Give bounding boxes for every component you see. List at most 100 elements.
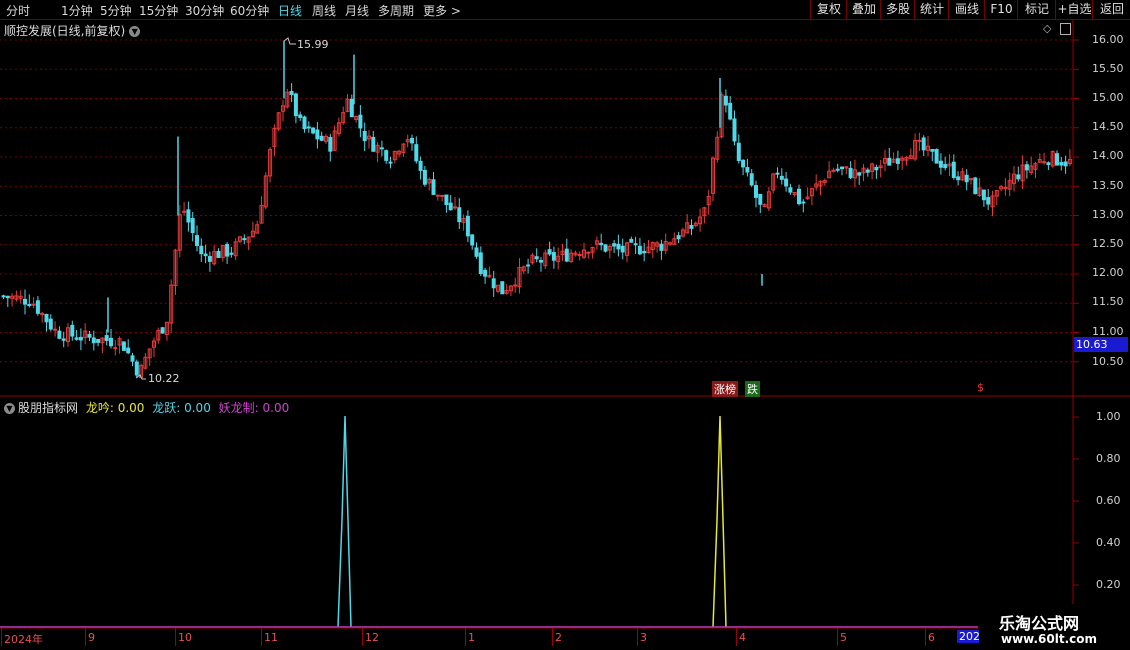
candle-down	[887, 157, 892, 166]
indicator-series	[337, 415, 727, 628]
candle-down	[207, 256, 212, 262]
candle-down	[840, 166, 844, 170]
diamond-icon[interactable]: ◇	[1043, 22, 1051, 35]
price-tick: 10.50	[1092, 355, 1124, 368]
candle-up	[31, 303, 36, 306]
candle-down	[758, 193, 763, 205]
candle-down	[74, 337, 79, 340]
candle-down	[599, 242, 604, 246]
watermark: 乐淘公式网 www.60lt.com	[979, 604, 1130, 650]
price-tick: 14.00	[1092, 149, 1124, 162]
kline-chart[interactable]	[0, 0, 1130, 650]
price-tick: 14.50	[1092, 120, 1124, 133]
watermark-title: 乐淘公式网	[999, 614, 1080, 633]
candle-down	[87, 333, 92, 338]
candle-down	[319, 135, 324, 141]
candle-down	[629, 238, 634, 243]
candle-down	[921, 137, 926, 151]
chart-title[interactable]: 顺控发展(日线,前复权) ▼	[4, 22, 141, 39]
candle-down	[229, 252, 234, 255]
candle-down	[857, 172, 862, 176]
candle-down	[874, 166, 879, 171]
candle-down	[1046, 162, 1051, 165]
indicator-tick: 1.00	[1096, 410, 1121, 423]
candle-up	[453, 206, 457, 209]
candle-down	[745, 167, 750, 173]
candle-down	[289, 90, 294, 96]
candle-down	[749, 173, 754, 186]
candle-down	[784, 178, 789, 187]
candle-down	[130, 355, 135, 362]
candle-down	[414, 144, 419, 162]
chevron-down-icon[interactable]: ▼	[129, 26, 141, 37]
candle-down	[732, 118, 737, 142]
price-tick: 11.50	[1092, 295, 1124, 308]
candle-down	[723, 95, 728, 106]
candle-down	[5, 295, 10, 299]
candle-down	[728, 102, 733, 120]
candle-down	[736, 142, 741, 162]
candle-down	[547, 249, 552, 255]
candle-down	[1059, 162, 1064, 166]
chevron-down-icon[interactable]: ▼	[4, 403, 15, 414]
candle-down	[199, 245, 204, 255]
candle-down	[78, 336, 83, 341]
candle-down	[203, 253, 208, 257]
indicator-value-longyin: 龙吟: 0.00	[85, 401, 145, 415]
candle-down	[57, 330, 62, 339]
low-price-label: 10.22	[148, 372, 180, 385]
indicator-header[interactable]: ▼ 股朋指标网 龙吟: 0.00 龙跃: 0.00 妖龙制: 0.00	[4, 399, 289, 416]
candle-down	[551, 252, 556, 261]
candle-down	[964, 174, 969, 183]
candle-down	[379, 147, 384, 150]
candle-down	[981, 189, 986, 201]
candle-down	[431, 179, 436, 195]
candle-down	[186, 209, 191, 223]
candle-down	[160, 327, 165, 334]
limit-up-tag[interactable]: 涨榜	[712, 381, 738, 397]
longyin-spike	[712, 415, 727, 628]
candle-up	[1042, 161, 1047, 164]
candle-down	[1, 295, 6, 298]
candle-down	[328, 136, 333, 152]
candle-down	[835, 168, 840, 171]
date-label: 9	[88, 631, 95, 644]
candle-down	[642, 250, 647, 254]
candle-up	[513, 284, 518, 287]
candle-down	[943, 164, 948, 169]
candle-down	[741, 159, 746, 168]
candle-down	[775, 172, 780, 175]
candle-down	[895, 158, 900, 164]
candle-down	[689, 225, 694, 229]
candle-down	[225, 243, 230, 257]
candle-down	[27, 304, 32, 307]
candle-up	[1003, 186, 1008, 189]
candle-down	[70, 324, 75, 337]
panel-toggle-icon[interactable]	[1060, 23, 1071, 35]
candle-down	[1055, 153, 1059, 166]
candle-down	[126, 347, 131, 354]
candle-down	[930, 148, 935, 152]
candle-down	[371, 136, 376, 152]
candle-down	[302, 116, 307, 130]
indicator-tick: 0.40	[1096, 536, 1121, 549]
candle-down	[616, 243, 621, 250]
candle-down	[48, 318, 53, 330]
indicator-tick: 0.20	[1096, 578, 1121, 591]
date-label: 3	[640, 631, 647, 644]
candle-down	[388, 161, 393, 164]
candle-down	[612, 243, 617, 247]
candle-down	[754, 185, 758, 198]
candle-down	[23, 298, 27, 305]
limit-down-tag[interactable]: 跌	[745, 381, 760, 397]
candle-down	[564, 248, 569, 262]
candle-up	[969, 178, 973, 181]
dollar-marker-icon[interactable]: $	[977, 381, 984, 394]
candle-down	[801, 201, 806, 204]
candle-up	[577, 253, 582, 256]
candle-down	[91, 337, 96, 344]
candle-down	[951, 161, 956, 178]
candle-down	[491, 278, 496, 289]
candle-down	[358, 114, 363, 129]
candle-down	[620, 245, 625, 253]
